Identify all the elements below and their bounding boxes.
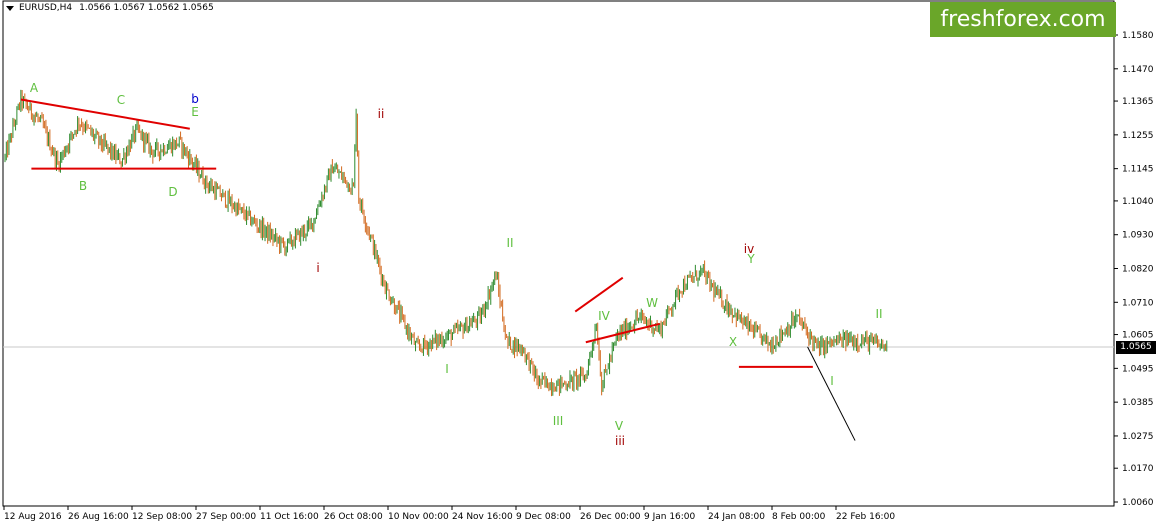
y-tick-label: 1.0820 (1122, 265, 1154, 275)
x-tick-label: 12 Sep 08:00 (132, 512, 192, 522)
y-tick-label: 1.0710 (1122, 298, 1154, 308)
y-tick-label: 1.1470 (1122, 65, 1154, 75)
y-tick-label: 1.1580 (1122, 31, 1154, 41)
x-tick-label: 27 Sep 00:00 (196, 512, 256, 522)
wave-label: I (830, 374, 834, 388)
wave-label: W (646, 296, 658, 310)
wave-label: ii (378, 107, 385, 121)
x-tick-label: 24 Nov 16:00 (452, 512, 513, 522)
y-tick-label: 1.1145 (1122, 165, 1154, 175)
y-tick-label: 1.1365 (1122, 97, 1154, 107)
y-tick-label: 1.0495 (1122, 364, 1154, 374)
x-tick-label: 26 Aug 16:00 (68, 512, 129, 522)
current-price-tag: 1.0565 (1116, 341, 1156, 354)
x-tick-label: 24 Jan 08:00 (708, 512, 765, 522)
x-tick-label: 9 Jan 16:00 (644, 512, 696, 522)
x-tick-label: 26 Oct 08:00 (324, 512, 383, 522)
wave-label: b (191, 92, 199, 106)
brand-logo: freshforex.com (930, 2, 1116, 37)
x-tick-label: 26 Dec 00:00 (580, 512, 641, 522)
x-tick-label: 22 Feb 16:00 (836, 512, 895, 522)
y-tick-label: 1.0275 (1122, 432, 1154, 442)
x-tick-label: 10 Nov 00:00 (388, 512, 449, 522)
dropdown-triangle-icon[interactable] (6, 5, 14, 11)
x-tick-label: 9 Dec 08:00 (516, 512, 571, 522)
x-tick-label: 8 Feb 00:00 (772, 512, 826, 522)
wave-label: III (553, 414, 564, 428)
y-tick-label: 1.1255 (1122, 131, 1154, 141)
y-tick-label: 1.0605 (1122, 331, 1154, 341)
wave-label: Y (746, 252, 755, 266)
wave-label: IV (598, 309, 611, 323)
x-axis: 12 Aug 2016 26 Aug 16:00 12 Sep 08:00 27 Se… (3, 506, 895, 522)
chart-header: EURUSD,H4 1.0566 1.0567 1.0562 1.0565 (6, 3, 214, 13)
ohlc-values: 1.0566 1.0567 1.0562 1.0565 (79, 3, 214, 13)
wave-label: X (729, 335, 737, 349)
price-chart: 1.1580 1.1470 1.1365 1.1255 1.1145 1.1040 1.09… (2, 0, 1154, 522)
y-tick-label: 1.0385 (1122, 398, 1154, 408)
symbol-label: EURUSD,H4 (19, 3, 73, 13)
y-tick-label: 1.1040 (1122, 197, 1154, 207)
wave-label: i (316, 261, 319, 275)
wave-label: E (191, 105, 199, 119)
x-tick-label: 11 Oct 16:00 (260, 512, 319, 522)
wave-label: C (117, 93, 125, 107)
x-tick-label: 12 Aug 2016 (4, 512, 62, 522)
wave-label: A (30, 81, 39, 95)
wave-label: I (445, 362, 449, 376)
wave-label: D (168, 185, 177, 199)
wave-label: II (875, 307, 882, 321)
wave-label: II (506, 236, 513, 250)
y-tick-label: 1.0930 (1122, 231, 1154, 241)
plot-frame (2, 0, 1115, 507)
wave-label: B (79, 179, 87, 193)
y-tick-label: 1.0170 (1122, 464, 1154, 474)
wave-label: V (615, 419, 624, 433)
y-axis: 1.1580 1.1470 1.1365 1.1255 1.1145 1.1040 1.09… (1114, 31, 1154, 508)
wave-label: iii (615, 434, 625, 448)
y-tick-label: 1.0060 (1122, 498, 1154, 508)
